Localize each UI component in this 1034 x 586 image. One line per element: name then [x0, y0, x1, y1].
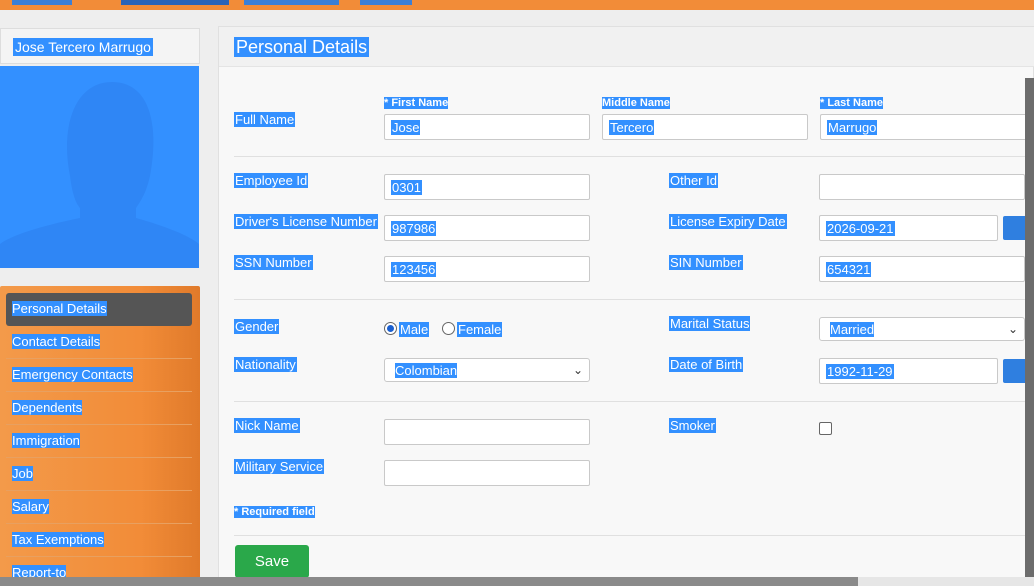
nick-name-input[interactable] — [384, 419, 590, 445]
dob-label: Date of Birth — [669, 357, 744, 372]
divider — [234, 401, 1034, 402]
gender-male-radio[interactable] — [384, 322, 397, 335]
avatar[interactable] — [0, 66, 199, 268]
personal-details-panel: Personal Details Full Name * First Name … — [218, 26, 1034, 586]
military-service-label: Military Service — [234, 459, 325, 474]
full-name-label: Full Name — [234, 112, 296, 127]
sidebar-item-label: Dependents — [12, 400, 83, 415]
divider — [234, 299, 1034, 300]
panel-header: Personal Details — [219, 27, 1034, 67]
employee-id-label: Employee Id — [234, 173, 309, 188]
nationality-label: Nationality — [234, 357, 297, 372]
sidebar-item-label: Immigration — [12, 433, 80, 448]
sidebar-item-label: Tax Exemptions — [12, 532, 104, 547]
dob-input[interactable]: 1992-11-29 — [819, 358, 998, 384]
other-id-input[interactable] — [819, 174, 1025, 200]
top-nav-tab[interactable] — [244, 0, 339, 5]
sidebar-item-job[interactable]: Job — [6, 458, 192, 491]
other-id-label: Other Id — [669, 173, 718, 188]
sidebar-item-emergency-contacts[interactable]: Emergency Contacts — [6, 359, 192, 392]
horizontal-scrollbar[interactable] — [0, 577, 858, 586]
divider — [234, 535, 1034, 536]
sidebar-item-tax-exemptions[interactable]: Tax Exemptions — [6, 524, 192, 557]
sidebar-item-salary[interactable]: Salary — [6, 491, 192, 524]
chevron-down-icon: ⌄ — [572, 363, 583, 377]
smoker-label: Smoker — [669, 418, 716, 433]
marital-status-select[interactable]: Married ⌄ — [819, 317, 1025, 341]
sidebar-item-label: Job — [12, 466, 33, 481]
sidebar-item-label: Contact Details — [12, 334, 101, 349]
sidebar-item-personal-details[interactable]: Personal Details — [6, 293, 192, 326]
license-expiry-label: License Expiry Date — [669, 214, 787, 229]
top-nav-bar — [0, 0, 1034, 10]
sidebar-item-immigration[interactable]: Immigration — [6, 425, 192, 458]
required-field-note: * Required field — [234, 506, 315, 518]
profile-name-box: Jose Tercero Marrugo — [0, 28, 200, 64]
save-button[interactable]: Save — [235, 545, 309, 578]
sidebar-item-dependents[interactable]: Dependents — [6, 392, 192, 425]
gender-male-label[interactable]: Male — [399, 322, 430, 337]
ssn-input[interactable]: 123456 — [384, 256, 590, 282]
horizontal-scrollbar-track[interactable] — [858, 577, 1034, 586]
smoker-checkbox[interactable] — [819, 422, 832, 435]
vertical-scrollbar[interactable] — [1025, 78, 1034, 586]
profile-name: Jose Tercero Marrugo — [13, 38, 153, 56]
calendar-icon[interactable] — [1003, 359, 1027, 383]
sin-input[interactable]: 654321 — [819, 256, 1025, 282]
sidebar-item-label: Salary — [12, 499, 49, 514]
sidebar: Personal Details Contact Details Emergen… — [0, 286, 200, 586]
ssn-label: SSN Number — [234, 255, 313, 270]
first-name-label: * First Name — [384, 97, 449, 109]
gender-label: Gender — [234, 319, 280, 334]
military-service-input[interactable] — [384, 460, 590, 486]
middle-name-input[interactable]: Tercero — [602, 114, 808, 140]
gender-female-label[interactable]: Female — [457, 322, 503, 337]
sidebar-item-label: Emergency Contacts — [12, 367, 133, 382]
top-nav-tab[interactable] — [360, 0, 412, 5]
marital-status-label: Marital Status — [669, 316, 751, 331]
employee-id-input[interactable]: 0301 — [384, 174, 590, 200]
last-name-label: * Last Name — [820, 97, 883, 109]
calendar-icon[interactable] — [1003, 216, 1027, 240]
first-name-input[interactable]: Jose — [384, 114, 590, 140]
last-name-input[interactable]: Marrugo — [820, 114, 1034, 140]
person-silhouette-icon — [0, 82, 199, 268]
nationality-select[interactable]: Colombian ⌄ — [384, 358, 590, 382]
drivers-license-label: Driver's License Number — [234, 214, 378, 229]
top-nav-tab[interactable] — [12, 0, 72, 5]
sin-label: SIN Number — [669, 255, 743, 270]
nick-name-label: Nick Name — [234, 418, 300, 433]
top-nav-tab[interactable] — [121, 0, 229, 5]
license-expiry-input[interactable]: 2026-09-21 — [819, 215, 998, 241]
page-title: Personal Details — [234, 37, 370, 57]
gender-female-radio[interactable] — [442, 322, 455, 335]
divider — [234, 156, 1034, 157]
drivers-license-input[interactable]: 987986 — [384, 215, 590, 241]
sidebar-item-label: Personal Details — [12, 301, 107, 316]
middle-name-label: Middle Name — [602, 97, 670, 109]
chevron-down-icon: ⌄ — [1007, 322, 1018, 336]
sidebar-item-contact-details[interactable]: Contact Details — [6, 326, 192, 359]
